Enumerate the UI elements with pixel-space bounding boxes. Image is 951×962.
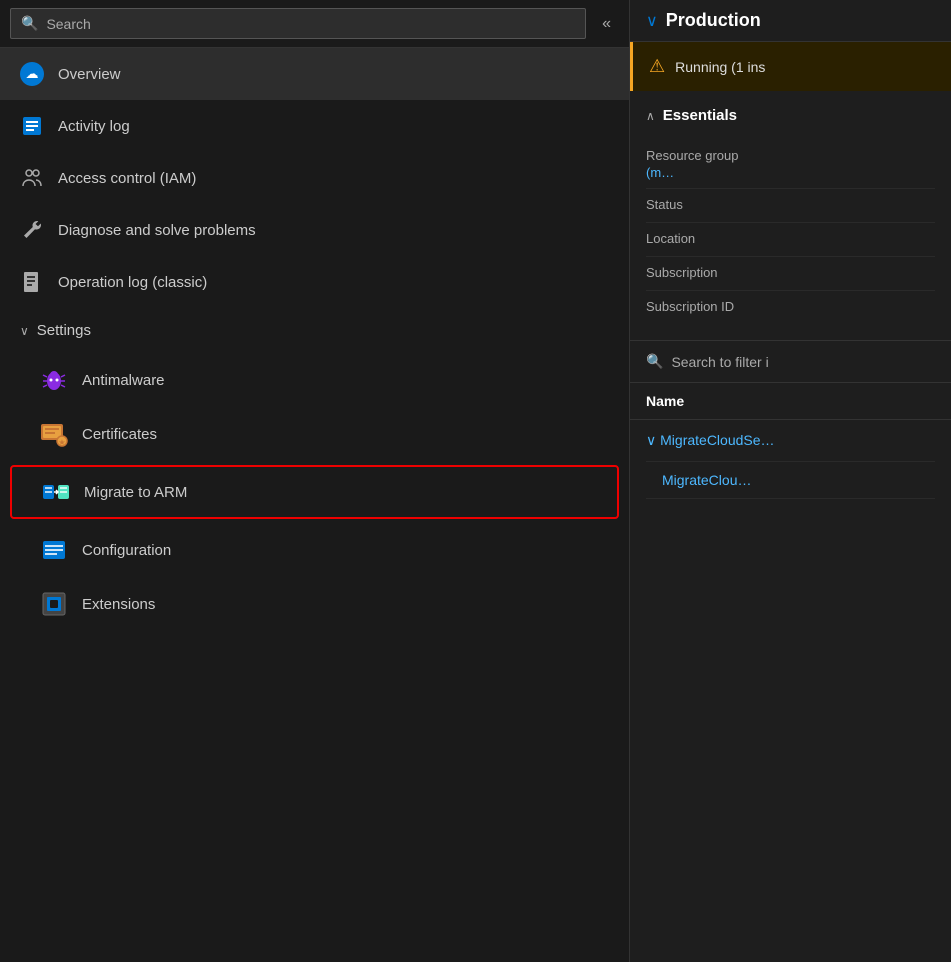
sidebar-item-label: Activity log (58, 118, 130, 135)
subscription-label: Subscription (646, 265, 935, 280)
table-row-link-2[interactable]: MigrateClou… (646, 472, 751, 488)
subscription-id-label: Subscription ID (646, 299, 935, 314)
search-input-text: Search (46, 16, 90, 32)
sidebar: 🔍 Search « ☁ Overview Activity log (0, 0, 630, 962)
migrate-icon (42, 478, 70, 506)
iam-icon (20, 166, 44, 190)
table-row-sub: MigrateClou… (646, 462, 935, 499)
search-filter-placeholder: Search to filter i (671, 354, 768, 370)
sidebar-item-label: Certificates (82, 426, 157, 443)
sidebar-item-label: Diagnose and solve problems (58, 222, 256, 239)
sidebar-item-diagnose[interactable]: Diagnose and solve problems (0, 204, 629, 256)
table-row-link-1[interactable]: ∨ MigrateCloudSe… (646, 432, 935, 449)
essentials-subscription-id: Subscription ID (646, 291, 935, 324)
search-icon: 🔍 (21, 15, 38, 32)
sidebar-item-label: Antimalware (82, 372, 165, 389)
panel-header: ∨ Production (630, 0, 951, 42)
overview-icon: ☁ (20, 62, 44, 86)
doc-icon (20, 270, 44, 294)
sidebar-item-overview[interactable]: ☁ Overview (0, 48, 629, 100)
essentials-title: Essentials (663, 107, 737, 124)
sidebar-item-antimalware[interactable]: Antimalware (0, 353, 629, 407)
sidebar-item-label: Access control (IAM) (58, 170, 196, 187)
resource-group-label: Resource group (646, 148, 935, 163)
location-label: Location (646, 231, 935, 246)
search-filter-icon: 🔍 (646, 353, 663, 370)
essentials-chevron-icon: ∧ (646, 109, 655, 123)
sidebar-item-operation-log[interactable]: Operation log (classic) (0, 256, 629, 308)
settings-chevron-icon: ∨ (20, 324, 29, 338)
sidebar-item-activity-log[interactable]: Activity log (0, 100, 629, 152)
ext-icon (40, 590, 68, 618)
table-header: Name (630, 383, 951, 420)
table-body: ∨ MigrateCloudSe… MigrateClou… (630, 420, 951, 499)
right-panel: ∨ Production ⚠ Running (1 ins ∧ Essentia… (630, 0, 951, 962)
essentials-resource-group: Resource group (m… (646, 140, 935, 189)
activity-log-icon (20, 114, 44, 138)
resource-group-value[interactable]: (m… (646, 165, 935, 180)
sidebar-item-certificates[interactable]: ★ Certificates (0, 407, 629, 461)
sidebar-item-label: Extensions (82, 596, 155, 613)
sidebar-item-migrate-to-arm[interactable]: Migrate to ARM (10, 465, 619, 519)
search-filter-input: 🔍 Search to filter i (646, 353, 769, 370)
bug-icon (40, 366, 68, 394)
collapse-button[interactable]: « (594, 11, 619, 37)
sidebar-item-extensions[interactable]: Extensions (0, 577, 629, 631)
search-input-wrapper[interactable]: 🔍 Search (10, 8, 586, 39)
sidebar-item-access-control[interactable]: Access control (IAM) (0, 152, 629, 204)
essentials-location: Location (646, 223, 935, 257)
sidebar-item-label: Migrate to ARM (84, 484, 187, 501)
panel-title: Production (666, 10, 761, 31)
wrench-icon (20, 218, 44, 242)
svg-text:★: ★ (58, 438, 65, 447)
table-row: ∨ MigrateCloudSe… (646, 420, 935, 462)
search-filter-bar[interactable]: 🔍 Search to filter i (630, 341, 951, 383)
sidebar-item-label: Overview (58, 66, 121, 83)
essentials-subscription: Subscription (646, 257, 935, 291)
settings-section-label: Settings (37, 322, 91, 339)
status-text: Running (1 ins (675, 59, 765, 75)
status-banner: ⚠ Running (1 ins (630, 42, 951, 91)
warning-icon: ⚠ (649, 56, 665, 77)
essentials-status: Status (646, 189, 935, 223)
status-label: Status (646, 197, 935, 212)
table-name-header: Name (646, 393, 684, 409)
sidebar-item-label: Configuration (82, 542, 171, 559)
config-icon (40, 536, 68, 564)
essentials-header[interactable]: ∧ Essentials (646, 107, 935, 124)
sidebar-item-label: Operation log (classic) (58, 274, 207, 291)
panel-chevron-icon: ∨ (646, 11, 658, 31)
settings-section-header[interactable]: ∨ Settings (0, 308, 629, 353)
cert-icon: ★ (40, 420, 68, 448)
search-bar: 🔍 Search « (0, 0, 629, 48)
sidebar-item-configuration[interactable]: Configuration (0, 523, 629, 577)
essentials-section: ∧ Essentials Resource group (m… Status L… (630, 91, 951, 341)
